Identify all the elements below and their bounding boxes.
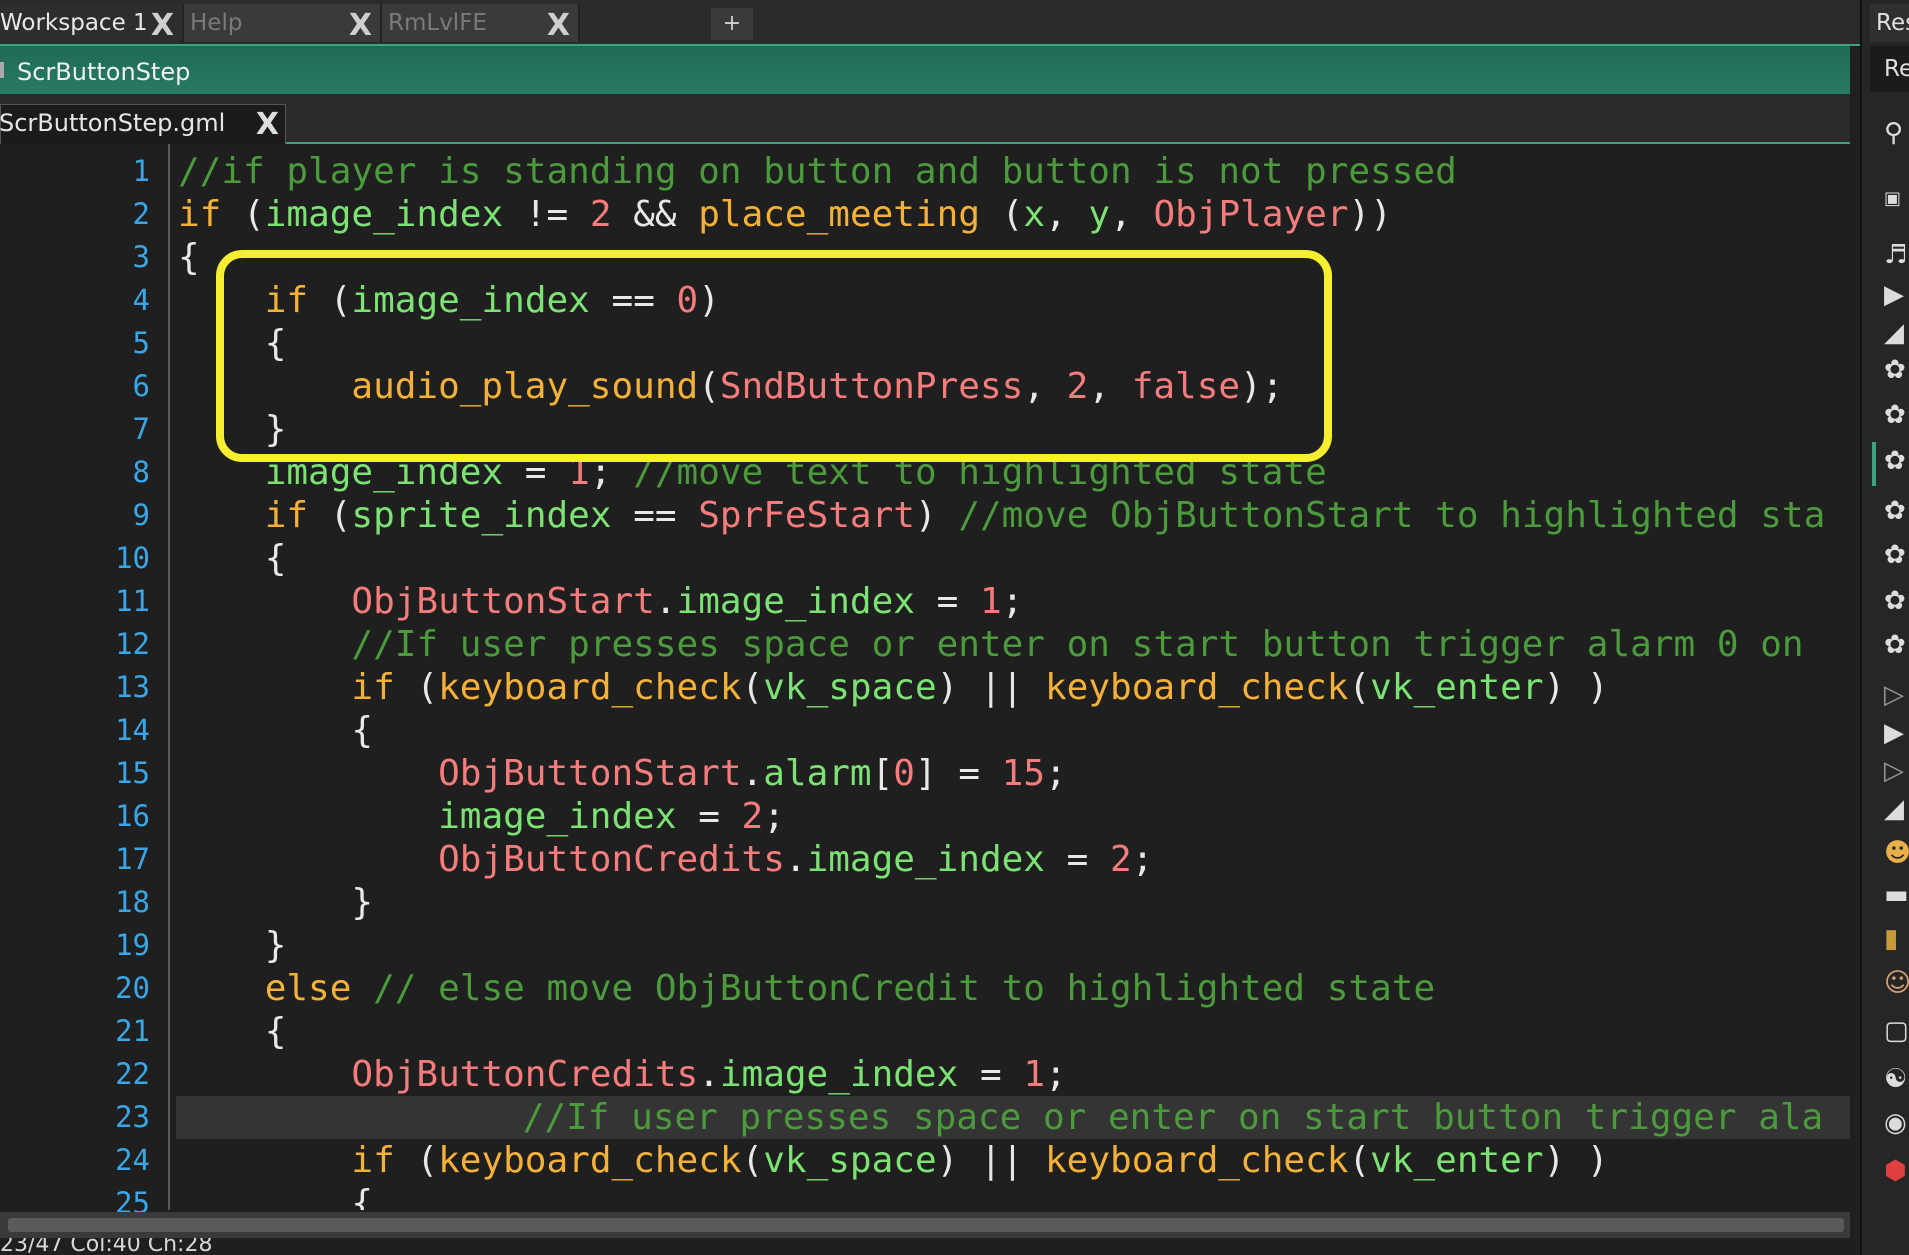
close-icon[interactable]: X xyxy=(151,8,174,43)
collapse-arrow-icon[interactable]: ◢ xyxy=(1884,318,1904,348)
resources-header: Re xyxy=(1870,46,1909,92)
script-icon[interactable]: ✿ xyxy=(1884,400,1906,430)
file-tab-label: ScrButtonStep.gml xyxy=(0,109,226,137)
sprite-icon[interactable]: ⬢ xyxy=(1884,1156,1907,1186)
code-line[interactable]: { xyxy=(178,1182,373,1210)
code-line[interactable]: if (sprite_index == SprFeStart) //move O… xyxy=(178,494,1826,537)
highlight-box xyxy=(216,250,1332,462)
line-number: 7 xyxy=(132,412,150,446)
line-number: 8 xyxy=(132,455,150,489)
code-line[interactable]: if (keyboard_check(vk_space) || keyboard… xyxy=(178,1139,1608,1182)
tab-workspace-1[interactable]: Workspace 1 X xyxy=(0,4,184,43)
line-number: 12 xyxy=(115,627,150,661)
line-number: 14 xyxy=(115,713,150,747)
resources-dock: Res Re ⚲ ▣ ♬ ▶ ◢ ✿ ✿ ✿ ✿ ✿ ✿ ✿ ▷ ▶ ▷ ◢ ☻… xyxy=(1860,0,1909,1255)
line-number: 20 xyxy=(115,971,150,1005)
script-icon[interactable]: ✿ xyxy=(1884,496,1906,526)
code-line[interactable]: image_index = 2; xyxy=(178,795,785,838)
sprite-icon[interactable]: ☯ xyxy=(1884,1064,1907,1094)
expand-arrow-icon[interactable]: ▶ xyxy=(1884,718,1904,748)
sprite-icon[interactable]: ☻ xyxy=(1884,838,1909,868)
code-line[interactable]: if (image_index != 2 && place_meeting (x… xyxy=(178,193,1392,236)
sound-icon[interactable]: ♬ xyxy=(1884,240,1907,270)
tab-rmlvlfe[interactable]: RmLvlFE X xyxy=(382,4,580,43)
collapse-arrow-icon[interactable]: ◢ xyxy=(1884,794,1904,824)
line-number: 18 xyxy=(115,885,150,919)
code-line[interactable]: //If user presses space or enter on star… xyxy=(178,623,1803,666)
file-tab[interactable]: ScrButtonStep.gml X xyxy=(0,104,286,145)
line-number: 15 xyxy=(115,756,150,790)
line-number: 16 xyxy=(115,799,150,833)
sprite-icon[interactable]: ▢ xyxy=(1884,1016,1909,1046)
code-line[interactable]: } xyxy=(178,924,287,967)
script-icon[interactable]: ✿ xyxy=(1884,630,1906,660)
expand-arrow-icon[interactable]: ▶ xyxy=(1884,280,1904,310)
sprite-icon[interactable]: ☺ xyxy=(1884,968,1909,998)
sprite-icon[interactable]: ◉ xyxy=(1884,1108,1907,1138)
search-icon[interactable]: ⚲ xyxy=(1884,118,1903,148)
line-number: 5 xyxy=(132,326,150,360)
file-tab-bar: ScrButtonStep.gml X xyxy=(0,94,1850,145)
folder-icon[interactable]: ▣ xyxy=(1884,188,1901,209)
line-number: 11 xyxy=(115,584,150,618)
expand-arrow-icon[interactable]: ▷ xyxy=(1884,680,1904,710)
code-line[interactable]: { xyxy=(178,537,287,580)
line-number: 13 xyxy=(115,670,150,704)
line-number: 1 xyxy=(132,154,150,188)
workspace-tab-bar: Workspace 1 X Help X RmLvlFE X + xyxy=(0,0,1860,46)
tab-help[interactable]: Help X xyxy=(184,4,382,43)
editor-title-bar: ScrButtonStep xyxy=(0,46,1850,94)
code-line[interactable]: { xyxy=(178,236,200,279)
close-icon[interactable]: X xyxy=(256,107,279,142)
code-line[interactable]: else // else move ObjButtonCredit to hig… xyxy=(178,967,1435,1010)
status-text: 23/47 Col:40 Ch:28 xyxy=(0,1238,213,1255)
tab-label: Help xyxy=(190,10,243,36)
code-line[interactable]: ObjButtonStart.image_index = 1; xyxy=(178,580,1023,623)
line-number: 19 xyxy=(115,928,150,962)
code-line[interactable]: //if player is standing on button and bu… xyxy=(178,150,1457,193)
expand-arrow-icon[interactable]: ▷ xyxy=(1884,756,1904,786)
line-number: 22 xyxy=(115,1057,150,1091)
code-line[interactable]: //If user presses space or enter on star… xyxy=(176,1096,1850,1139)
status-bar: 23/47 Col:40 Ch:28 xyxy=(0,1238,1850,1255)
code-line[interactable]: ObjButtonCredits.image_index = 2; xyxy=(178,838,1153,881)
sprite-icon[interactable]: ▮ xyxy=(1884,924,1898,954)
line-number: 10 xyxy=(115,541,150,575)
line-number: 21 xyxy=(115,1014,150,1048)
tab-label: Workspace 1 xyxy=(0,10,148,36)
scrollbar-thumb[interactable] xyxy=(8,1218,1844,1232)
tab-label: RmLvlFE xyxy=(388,10,487,36)
script-icon[interactable]: ✿ xyxy=(1884,446,1906,476)
script-icon[interactable]: ✿ xyxy=(1884,586,1906,616)
line-number: 3 xyxy=(132,240,150,274)
code-line[interactable]: if (keyboard_check(vk_space) || keyboard… xyxy=(178,666,1608,709)
code-line[interactable]: { xyxy=(178,1010,287,1053)
add-tab-button[interactable]: + xyxy=(711,8,753,40)
close-icon[interactable]: X xyxy=(349,8,372,43)
script-icon[interactable]: ✿ xyxy=(1884,540,1906,570)
editor-title: ScrButtonStep xyxy=(17,58,191,86)
code-line[interactable]: ObjButtonCredits.image_index = 1; xyxy=(178,1053,1066,1096)
sprite-icon[interactable]: ▬ xyxy=(1884,880,1909,910)
horizontal-scrollbar[interactable] xyxy=(0,1212,1850,1238)
line-number: 4 xyxy=(132,283,150,317)
line-number: 17 xyxy=(115,842,150,876)
script-icon[interactable]: ✿ xyxy=(1884,355,1906,385)
line-number: 24 xyxy=(115,1143,150,1177)
line-number: 6 xyxy=(132,369,150,403)
line-number-gutter: 1 2 3 4 5 6 7 8 9 10 11 12 13 14 15 16 17 18 19 20 21 22 23 24 2… xyxy=(0,144,170,1220)
line-number: 2 xyxy=(132,197,150,231)
line-number: 23 xyxy=(115,1100,150,1134)
close-icon[interactable]: X xyxy=(547,8,570,43)
code-line[interactable]: { xyxy=(178,709,373,752)
selection-indicator xyxy=(1872,442,1876,486)
line-number: 9 xyxy=(132,498,150,532)
code-line[interactable]: } xyxy=(178,881,373,924)
code-line[interactable]: ObjButtonStart.alarm[0] = 15; xyxy=(178,752,1067,795)
tab-resources[interactable]: Res xyxy=(1870,4,1909,42)
grip-icon[interactable] xyxy=(0,62,4,78)
